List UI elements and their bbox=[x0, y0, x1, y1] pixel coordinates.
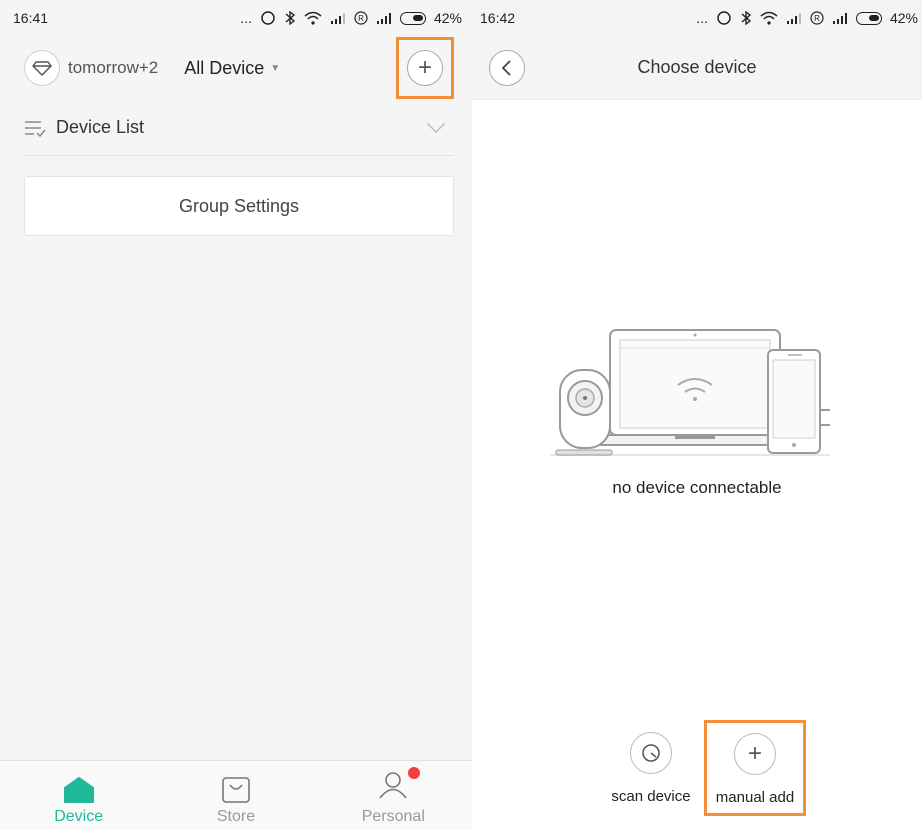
camera-stand bbox=[555, 449, 613, 456]
caret-down-icon: ▼ bbox=[270, 62, 281, 74]
svg-text:R: R bbox=[358, 14, 364, 23]
signal-icon bbox=[330, 13, 345, 24]
phone-screen bbox=[772, 359, 816, 439]
add-device-button[interactable]: + bbox=[407, 50, 443, 86]
camera-lens-center bbox=[583, 396, 587, 400]
wifi-icon bbox=[304, 11, 322, 25]
scan-device-label: scan device bbox=[611, 788, 691, 805]
battery-icon bbox=[399, 11, 426, 25]
bluetooth-icon bbox=[285, 10, 296, 26]
status-time-right: 16:42 bbox=[480, 10, 516, 26]
tab-store[interactable]: Store bbox=[157, 761, 314, 830]
choose-device-screen: 16:42 ... R 42% Choose device no device … bbox=[472, 0, 922, 830]
device-list-header[interactable]: Device List bbox=[24, 100, 454, 156]
laptop-display bbox=[619, 339, 771, 429]
signal-icon-right bbox=[786, 13, 801, 24]
signal-icon-right-2 bbox=[832, 13, 847, 24]
roaming-icon: R bbox=[354, 11, 368, 25]
home-screen: 16:41 ... R 42% tomorrow+2 All Device ▼ bbox=[0, 0, 472, 830]
personal-icon-wrap bbox=[378, 767, 421, 808]
tab-personal[interactable]: Personal bbox=[315, 761, 472, 830]
tab-personal-label: Personal bbox=[361, 808, 425, 825]
device-filter-label: All Device bbox=[184, 57, 265, 78]
wifi-symbol-dot bbox=[693, 397, 697, 401]
home-topbar: tomorrow+2 All Device ▼ + bbox=[0, 36, 472, 100]
device-filter-dropdown[interactable]: All Device ▼ bbox=[184, 58, 280, 79]
manual-add-button[interactable]: + manual add bbox=[704, 720, 806, 816]
bottom-tab-bar: Device Store Personal bbox=[0, 760, 472, 830]
status-time: 16:41 bbox=[13, 10, 49, 26]
home-icon bbox=[63, 777, 94, 803]
bluetooth-icon-right bbox=[741, 10, 752, 26]
scan-icon-circle bbox=[630, 732, 672, 774]
back-button[interactable] bbox=[489, 50, 525, 86]
phone-button bbox=[792, 443, 796, 447]
user-name[interactable]: tomorrow+2 bbox=[68, 58, 158, 78]
tab-device[interactable]: Device bbox=[0, 761, 157, 830]
empty-state-message: no device connectable bbox=[612, 478, 782, 497]
status-icons-right: ... R 42% bbox=[696, 10, 918, 26]
more-dots-icon: ... bbox=[240, 10, 252, 26]
scan-device-button[interactable]: scan device bbox=[606, 732, 696, 805]
devices-illustration bbox=[550, 329, 830, 456]
sync-icon-right bbox=[717, 11, 731, 25]
battery-percent: 42% bbox=[433, 10, 462, 26]
signal-icon-2 bbox=[376, 13, 391, 24]
laptop-camera bbox=[693, 333, 697, 337]
plus-icon: + bbox=[734, 733, 776, 775]
chevron-left-icon bbox=[501, 60, 511, 76]
laptop-hinge bbox=[675, 435, 715, 439]
status-bar: 16:41 ... R 42% bbox=[0, 0, 472, 36]
list-sort-icon bbox=[25, 120, 46, 137]
diamond-icon bbox=[32, 61, 52, 76]
page: 16:41 ... R 42% tomorrow+2 All Device ▼ bbox=[0, 0, 922, 830]
status-bar-right: 16:42 ... R 42% bbox=[472, 0, 922, 36]
charger-cable bbox=[820, 409, 830, 426]
roaming-icon-right: R bbox=[810, 11, 824, 25]
manual-add-label: manual add bbox=[715, 789, 795, 806]
page-title: Choose device bbox=[637, 57, 757, 77]
wifi-icon-right bbox=[760, 11, 778, 25]
notification-badge bbox=[408, 767, 421, 779]
sync-icon bbox=[261, 11, 275, 25]
person-icon bbox=[379, 772, 407, 799]
scan-gauge-icon bbox=[642, 744, 660, 762]
group-settings-button[interactable]: Group Settings bbox=[24, 176, 454, 236]
battery-percent-right: 42% bbox=[889, 10, 918, 26]
add-button-highlight: + bbox=[396, 37, 454, 99]
choose-device-navbar: Choose device bbox=[472, 36, 922, 100]
device-list-label: Device List bbox=[56, 117, 145, 137]
status-icons: ... R 42% bbox=[240, 10, 462, 26]
chevron-down-icon[interactable] bbox=[426, 122, 446, 134]
tab-store-label: Store bbox=[216, 808, 256, 825]
account-button[interactable] bbox=[24, 50, 60, 86]
battery-icon-right bbox=[855, 11, 882, 25]
tab-device-label: Device bbox=[54, 808, 104, 825]
more-dots-icon-right: ... bbox=[696, 10, 708, 26]
bag-icon bbox=[222, 777, 250, 803]
svg-text:R: R bbox=[814, 14, 820, 23]
